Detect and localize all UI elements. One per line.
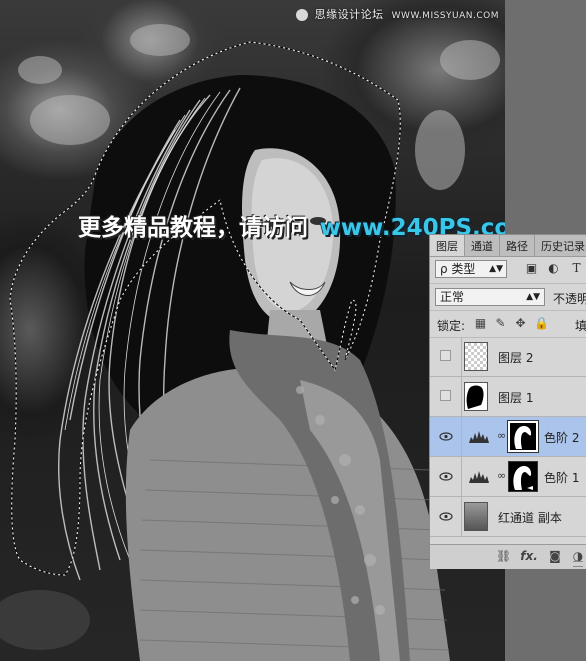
lock-transparency-icon[interactable]: ▦ (474, 317, 487, 330)
layer-filter-select[interactable]: ρ 类型 ▲▼ (435, 260, 507, 278)
layer-name[interactable]: 色阶 1 (544, 469, 579, 486)
levels-adjustment-icon (469, 471, 489, 483)
blend-mode-select[interactable]: 正常 ▲▼ (435, 288, 545, 306)
layer-row[interactable]: ∞ 色阶 1 (430, 457, 586, 497)
layer-mask-thumbnail[interactable] (508, 461, 538, 492)
tab-layers[interactable]: 图层 (430, 235, 465, 256)
chevron-down-icon: ▲▼ (489, 264, 503, 274)
adjustment-filter-icon[interactable]: ◐ (547, 262, 560, 275)
layer-row[interactable]: 图层 2 (430, 337, 586, 377)
lock-all-icon[interactable]: 🔒 (534, 317, 549, 330)
lock-label: 锁定: (437, 319, 466, 333)
layers-panel: 图层 通道 路径 历史记录 ρ 类型 ▲▼ ▣ ◐ T 正常 ▲▼ 不透明 锁定… (429, 234, 586, 569)
visibility-toggle[interactable] (440, 390, 451, 401)
layer-filter-value: ρ 类型 (440, 262, 476, 276)
eye-icon[interactable] (439, 470, 453, 483)
layer-list: 图层 2 图层 1 ∞ 色阶 2 ∞ 色阶 1 红通道 副本 (430, 337, 586, 537)
tab-history[interactable]: 历史记录 (535, 235, 586, 256)
lock-move-icon[interactable]: ✥ (514, 317, 527, 330)
link-icon[interactable]: ∞ (497, 429, 506, 442)
blend-row: 正常 ▲▼ 不透明 (430, 284, 586, 311)
chevron-down-icon: ▲▼ (526, 292, 540, 302)
layer-name[interactable]: 色阶 2 (544, 429, 579, 446)
layer-thumbnail (464, 342, 488, 371)
watermark-brand: 思缘设计论坛 (314, 8, 384, 21)
watermark-url: WWW.MISSYUAN.COM (391, 11, 499, 21)
lock-brush-icon[interactable]: ✎ (494, 317, 507, 330)
divider (461, 337, 462, 376)
resize-grip-icon[interactable] (573, 561, 583, 567)
layer-thumbnail (464, 382, 488, 411)
layer-thumbnail (464, 502, 488, 531)
lock-row: 锁定: ▦ ✎ ✥ 🔒 填 (430, 311, 586, 338)
opacity-label: 不透明 (553, 292, 586, 306)
type-filter-icon[interactable]: T (570, 262, 583, 275)
divider (461, 417, 462, 456)
layer-name[interactable]: 图层 2 (498, 349, 533, 366)
site-watermark: 思缘设计论坛 WWW.MISSYUAN.COM (295, 6, 499, 22)
image-filter-icon[interactable]: ▣ (525, 262, 538, 275)
panel-bottom-bar: ⛓ fx. ◙ ◑ (430, 544, 586, 569)
divider (461, 497, 462, 536)
tab-channels[interactable]: 通道 (465, 235, 500, 256)
link-icon[interactable]: ∞ (497, 469, 506, 482)
link-icon[interactable]: ⛓ (496, 549, 511, 563)
tab-paths[interactable]: 路径 (500, 235, 535, 256)
layer-name[interactable]: 红通道 副本 (498, 509, 562, 526)
panel-tabs: 图层 通道 路径 历史记录 (430, 235, 586, 257)
filter-row: ρ 类型 ▲▼ ▣ ◐ T (430, 257, 586, 284)
divider (461, 377, 462, 416)
layer-name[interactable]: 图层 1 (498, 389, 533, 406)
mask-icon[interactable]: ◙ (548, 549, 562, 563)
divider (461, 457, 462, 496)
eye-icon[interactable] (439, 430, 453, 443)
fill-label: 填 (575, 319, 586, 333)
fx-icon[interactable]: fx. (520, 549, 538, 563)
layer-row[interactable]: ∞ 色阶 2 (430, 417, 586, 457)
eye-icon[interactable] (439, 510, 453, 523)
visibility-toggle[interactable] (440, 350, 451, 361)
blend-mode-value: 正常 (440, 290, 465, 304)
layer-row[interactable]: 红通道 副本 (430, 497, 586, 537)
layer-row[interactable]: 图层 1 (430, 377, 586, 417)
watermark-logo-icon (295, 9, 308, 21)
promo-text: 更多精品教程，请访问 (78, 215, 308, 241)
levels-adjustment-icon (469, 431, 489, 443)
layer-mask-thumbnail[interactable] (507, 420, 539, 453)
